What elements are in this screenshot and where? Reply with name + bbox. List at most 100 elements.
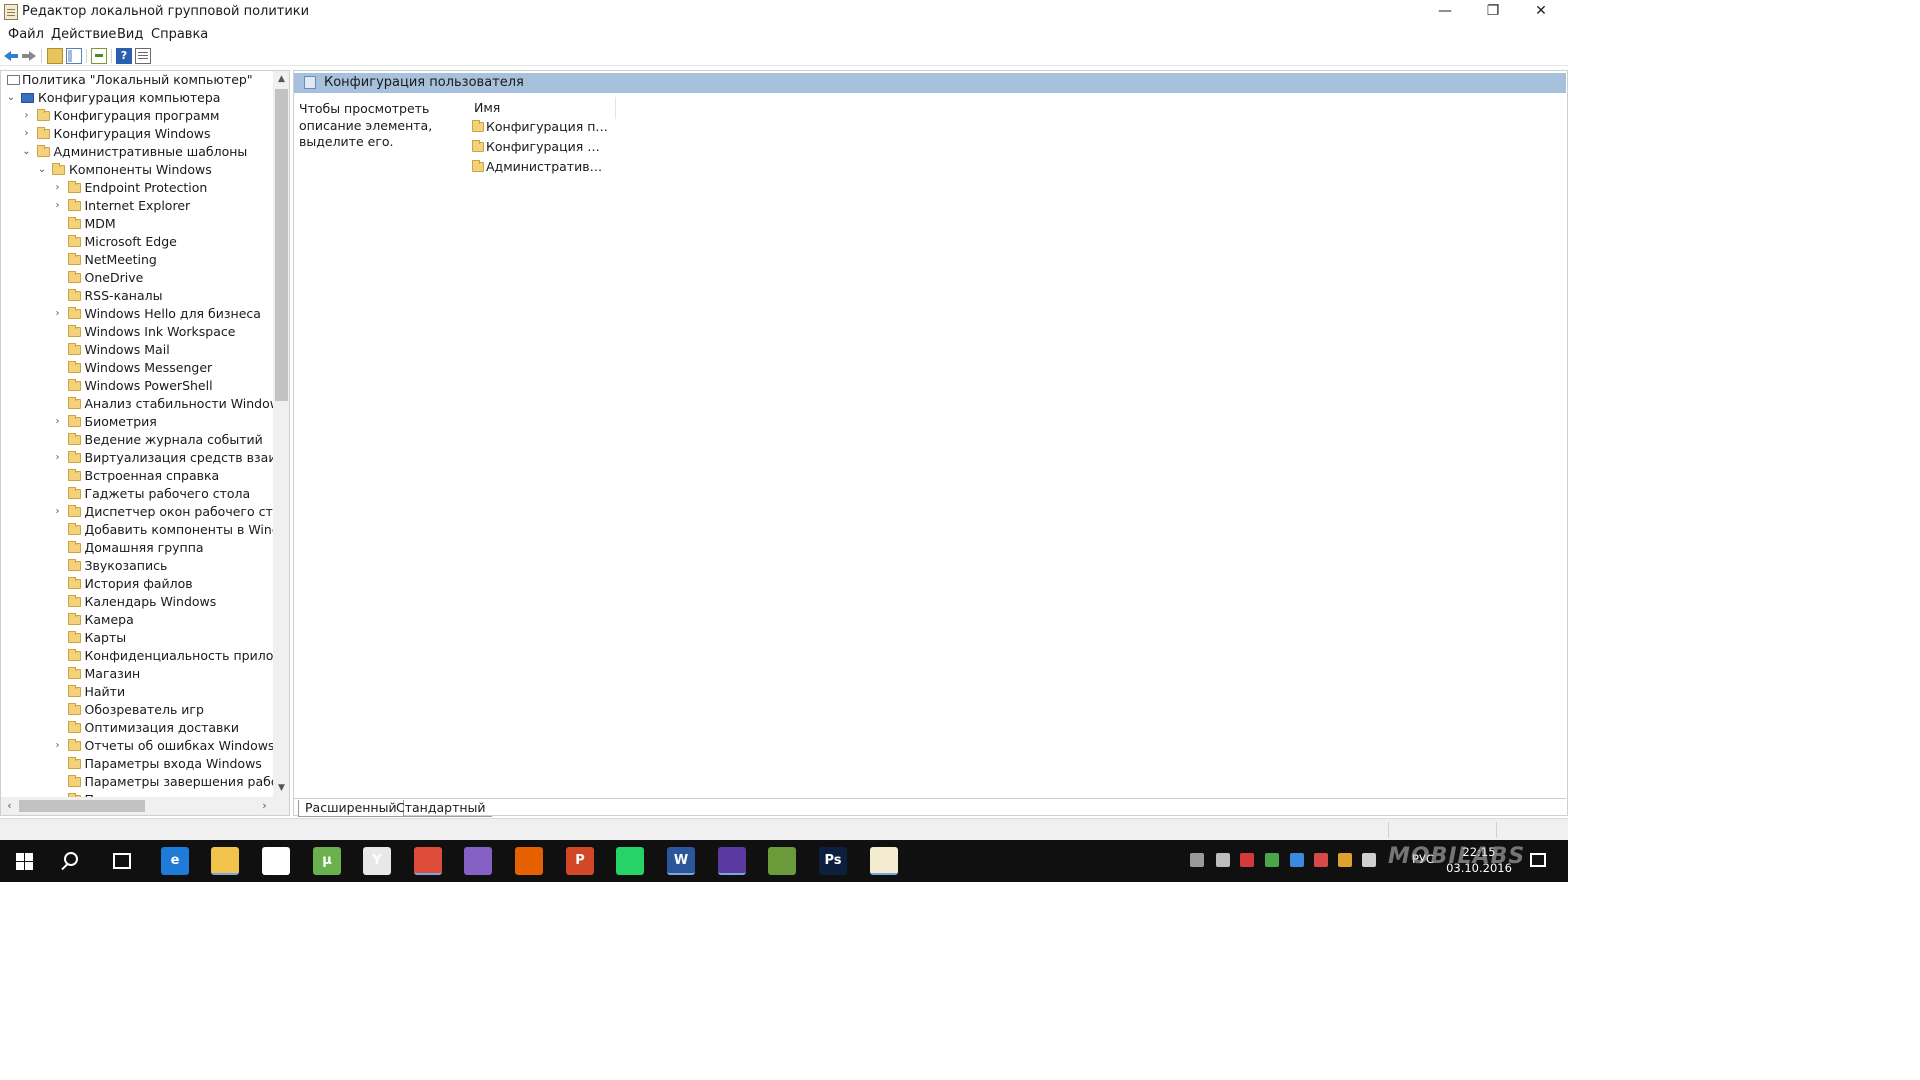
utorrent-icon[interactable]: µ xyxy=(313,847,341,875)
tree-node[interactable]: Магазин xyxy=(1,665,273,683)
export-list-icon[interactable] xyxy=(91,48,107,64)
tree-node[interactable]: Обозреватель игр xyxy=(1,701,273,719)
menu-view[interactable]: Вид xyxy=(117,27,143,42)
usb-tray-icon[interactable] xyxy=(1216,853,1230,867)
tree-node[interactable]: ⌄ Компоненты Windows xyxy=(1,161,273,179)
scroll-left-icon[interactable]: ‹ xyxy=(1,797,18,815)
chevron-down-icon[interactable]: ⌄ xyxy=(36,161,48,179)
tree-node[interactable]: OneDrive xyxy=(1,269,273,287)
tab-extended[interactable]: Расширенный xyxy=(298,800,404,817)
help-icon[interactable]: ? xyxy=(116,48,132,64)
visual-studio-icon[interactable] xyxy=(464,847,492,875)
chevron-right-icon[interactable]: › xyxy=(52,413,64,431)
tree-node[interactable]: › Конфигурация Windows xyxy=(1,125,273,143)
chevron-right-icon[interactable]: › xyxy=(52,305,64,323)
tree-node[interactable]: MDM xyxy=(1,215,273,233)
scroll-right-icon[interactable]: › xyxy=(256,797,273,815)
tree-node[interactable]: Windows Messenger xyxy=(1,359,273,377)
menu-action[interactable]: Действие xyxy=(51,27,116,42)
back-arrow-icon[interactable] xyxy=(3,48,19,64)
antivirus-tray-icon[interactable] xyxy=(1314,853,1328,867)
action-center-icon[interactable] xyxy=(1530,853,1546,867)
tree-node[interactable]: › Internet Explorer xyxy=(1,197,273,215)
chrome-icon[interactable] xyxy=(414,847,442,875)
chevron-right-icon[interactable]: › xyxy=(52,503,64,521)
tree-node[interactable]: Гаджеты рабочего стола xyxy=(1,485,273,503)
kaspersky-tray-icon[interactable] xyxy=(1240,853,1254,867)
media-app-icon[interactable] xyxy=(768,847,796,875)
close-button[interactable]: ✕ xyxy=(1518,0,1564,24)
edge-icon[interactable]: e xyxy=(161,847,189,875)
list-item[interactable]: Конфигурация Windows xyxy=(471,138,621,156)
word-icon[interactable]: W xyxy=(667,847,695,875)
onedrive-tray-icon[interactable] xyxy=(1290,853,1304,867)
minimize-button[interactable]: — xyxy=(1422,0,1468,24)
tree-node[interactable]: Windows Mail xyxy=(1,341,273,359)
volume-tray-icon[interactable] xyxy=(1362,853,1376,867)
tree-node[interactable]: NetMeeting xyxy=(1,251,273,269)
tree-node[interactable]: Домашняя группа xyxy=(1,539,273,557)
tree-node[interactable]: ⌄ Конфигурация компьютера xyxy=(1,89,273,107)
store-icon[interactable] xyxy=(262,847,290,875)
powerpoint-icon[interactable]: P xyxy=(566,847,594,875)
tree-node[interactable]: Ведение журнала событий xyxy=(1,431,273,449)
task-view-icon[interactable] xyxy=(113,853,131,869)
show-hide-tree-icon[interactable] xyxy=(66,48,82,64)
file-explorer-icon[interactable] xyxy=(211,847,239,875)
tree-node[interactable]: Windows Ink Workspace xyxy=(1,323,273,341)
maximize-button[interactable]: ❐ xyxy=(1470,0,1516,24)
tree-node[interactable]: Параметры завершения работы xyxy=(1,773,273,791)
chevron-right-icon[interactable]: › xyxy=(21,125,33,143)
whatsapp-icon[interactable] xyxy=(616,847,644,875)
tree-node[interactable]: Камера xyxy=(1,611,273,629)
tree-node[interactable]: › Windows Hello для бизнеса xyxy=(1,305,273,323)
tree-node[interactable]: Встроенная справка xyxy=(1,467,273,485)
tree-vertical-scroll-thumb[interactable] xyxy=(275,89,288,401)
tab-standard[interactable]: Стандартный xyxy=(390,800,492,817)
tree-node[interactable]: Карты xyxy=(1,629,273,647)
column-header-name[interactable]: Имя xyxy=(468,97,616,119)
app-tray-icon[interactable] xyxy=(1338,853,1352,867)
forward-arrow-icon[interactable] xyxy=(21,48,37,64)
tree-node[interactable]: Microsoft Edge xyxy=(1,233,273,251)
list-item[interactable]: Конфигурация программ xyxy=(471,118,621,136)
firefox-icon[interactable] xyxy=(515,847,543,875)
tree-node[interactable]: Политика "Локальный компьютер" xyxy=(1,71,273,89)
scroll-up-icon[interactable]: ▲ xyxy=(273,71,289,88)
start-button[interactable] xyxy=(16,853,33,870)
tree-node[interactable]: Параметры входа Windows xyxy=(1,755,273,773)
properties-icon[interactable] xyxy=(135,48,151,64)
group-policy-editor-icon[interactable] xyxy=(870,847,898,875)
tree-horizontal-scroll-thumb[interactable] xyxy=(19,800,145,812)
tree-node[interactable]: Анализ стабильности Windows xyxy=(1,395,273,413)
yandex-browser-icon[interactable]: Y xyxy=(363,847,391,875)
tree-node[interactable]: › Биометрия xyxy=(1,413,273,431)
up-folder-icon[interactable] xyxy=(47,48,63,64)
tree-node[interactable]: Звукозапись xyxy=(1,557,273,575)
tree-node[interactable]: Календарь Windows xyxy=(1,593,273,611)
list-item[interactable]: Административные шаблоны xyxy=(471,158,621,176)
tree-node[interactable]: RSS-каналы xyxy=(1,287,273,305)
menu-help[interactable]: Справка xyxy=(151,27,208,42)
chevron-right-icon[interactable]: › xyxy=(21,107,33,125)
tree-node[interactable]: ⌄ Административные шаблоны xyxy=(1,143,273,161)
cpu-app-icon[interactable] xyxy=(718,847,746,875)
chevron-right-icon[interactable]: › xyxy=(52,179,64,197)
network-tray-icon[interactable] xyxy=(1265,853,1279,867)
tree-node[interactable]: › Конфигурация программ xyxy=(1,107,273,125)
tree-node[interactable]: Добавить компоненты в Window xyxy=(1,521,273,539)
tree-node[interactable]: › Виртуализация средств взаимоде xyxy=(1,449,274,467)
tree-node[interactable]: Windows PowerShell xyxy=(1,377,273,395)
chevron-right-icon[interactable]: › xyxy=(52,737,64,755)
scroll-down-icon[interactable]: ▼ xyxy=(273,780,289,797)
chevron-right-icon[interactable]: › xyxy=(52,197,64,215)
chevron-down-icon[interactable]: ⌄ xyxy=(5,89,17,107)
tree-node[interactable]: › Отчеты об ошибках Windows xyxy=(1,737,274,755)
menu-file[interactable]: Файл xyxy=(8,27,44,42)
chevron-right-icon[interactable]: › xyxy=(52,449,64,467)
tree-vertical-scrollbar[interactable]: ▲ ▼ xyxy=(273,71,289,797)
tree-node[interactable]: История файлов xyxy=(1,575,273,593)
tree-horizontal-scrollbar[interactable]: ‹ › xyxy=(1,797,273,815)
tree-node[interactable]: Найти xyxy=(1,683,273,701)
photoshop-icon[interactable]: Ps xyxy=(819,847,847,875)
